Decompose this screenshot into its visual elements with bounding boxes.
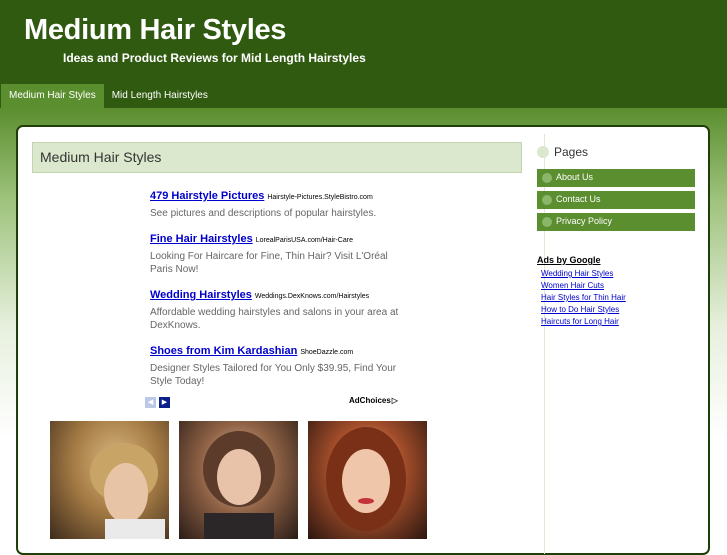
nav-item-mid-length-hairstyles[interactable]: Mid Length Hairstyles <box>104 84 216 108</box>
ad-prev-icon[interactable]: ◀ <box>145 397 156 408</box>
hairstyle-photo[interactable] <box>179 421 298 539</box>
ad-link[interactable]: Haircuts for Long Hair <box>541 316 697 328</box>
site-tagline: Ideas and Product Reviews for Mid Length… <box>63 51 366 65</box>
content-container: Medium Hair Styles 479 Hairstyle Picture… <box>16 125 710 555</box>
ad-next-icon[interactable]: ▶ <box>159 397 170 408</box>
ad-url[interactable]: LorealParisUSA.com/Hair-Care <box>256 237 353 244</box>
bullet-icon <box>537 146 549 158</box>
content-title-bar: Medium Hair Styles <box>32 142 522 173</box>
ad-link[interactable]: How to Do Hair Styles <box>541 304 697 316</box>
ad-block: 479 Hairstyle Pictures Hairstyle-Pictures… <box>150 186 410 397</box>
hairstyle-photo-art <box>90 443 165 539</box>
site-title[interactable]: Medium Hair Styles <box>24 14 286 47</box>
ad-url[interactable]: ShoeDazzle.com <box>300 349 353 356</box>
ad-item: Shoes from Kim Kardashian ShoeDazzle.com … <box>150 341 410 388</box>
sidebar-link-label: Privacy Policy <box>556 216 613 226</box>
hairstyle-photo[interactable] <box>308 421 427 539</box>
sidebar-link-about-us[interactable]: About Us <box>537 169 695 187</box>
ad-link[interactable]: Women Hair Cuts <box>541 280 697 292</box>
bullet-icon <box>542 195 552 205</box>
ad-item: Wedding Hairstyles Weddings.DexKnows.com/… <box>150 285 410 332</box>
nav-item-medium-hair-styles[interactable]: Medium Hair Styles <box>1 84 104 108</box>
pages-heading: Pages <box>536 137 696 161</box>
ad-item: 479 Hairstyle Pictures Hairstyle-Pictures… <box>150 186 410 220</box>
photo-row <box>50 421 427 539</box>
ad-description: Affordable wedding hairstyles and salons… <box>150 307 399 331</box>
ad-url[interactable]: Hairstyle-Pictures.StyleBistro.com <box>267 194 372 201</box>
ad-pagination: ◀ ▶ <box>145 397 170 408</box>
ad-description: See pictures and descriptions of popular… <box>150 208 377 219</box>
page-title: Medium Hair Styles <box>40 149 162 165</box>
ad-url[interactable]: Weddings.DexKnows.com/Hairstyles <box>255 293 369 300</box>
ad-link[interactable]: Wedding Hair Styles <box>541 268 697 280</box>
bullet-icon <box>542 173 552 183</box>
sidebar-link-contact-us[interactable]: Contact Us <box>537 191 695 209</box>
ad-title-link[interactable]: Wedding Hairstyles <box>150 289 252 301</box>
sidebar-link-privacy-policy[interactable]: Privacy Policy <box>537 213 695 231</box>
adchoices-icon: ▷ <box>391 396 398 405</box>
ad-description: Looking For Haircare for Fine, Thin Hair… <box>150 251 388 275</box>
ad-link[interactable]: Hair Styles for Thin Hair <box>541 292 697 304</box>
adchoices-link[interactable]: AdChoices▷ <box>349 396 398 405</box>
ad-title-link[interactable]: 479 Hairstyle Pictures <box>150 190 264 202</box>
ads-by-google-title[interactable]: Ads by Google <box>537 255 697 265</box>
hairstyle-photo-art <box>203 431 275 539</box>
hairstyle-photo[interactable] <box>50 421 169 539</box>
ad-title-link[interactable]: Fine Hair Hairstyles <box>150 233 253 245</box>
adchoices-label: AdChoices <box>349 396 391 405</box>
ads-by-google: Ads by Google Wedding Hair Styles Women … <box>537 255 697 328</box>
site-header: Medium Hair Styles Ideas and Product Rev… <box>0 0 727 108</box>
sidebar-link-label: About Us <box>556 172 594 182</box>
main-content: Medium Hair Styles 479 Hairstyle Picture… <box>32 134 545 554</box>
sidebar: Pages About Us Contact Us Privacy Policy… <box>536 137 696 326</box>
ad-title-link[interactable]: Shoes from Kim Kardashian <box>150 345 297 357</box>
page-links: About Us Contact Us Privacy Policy <box>537 169 695 235</box>
sidebar-link-label: Contact Us <box>556 194 601 204</box>
ad-description: Designer Styles Tailored for You Only $3… <box>150 363 397 387</box>
main-nav: Medium Hair Styles Mid Length Hairstyles <box>1 84 216 108</box>
bullet-icon <box>542 217 552 227</box>
hairstyle-photo-art <box>326 427 406 531</box>
ad-item: Fine Hair Hairstyles LorealParisUSA.com/H… <box>150 229 410 276</box>
pages-title: Pages <box>554 145 589 159</box>
